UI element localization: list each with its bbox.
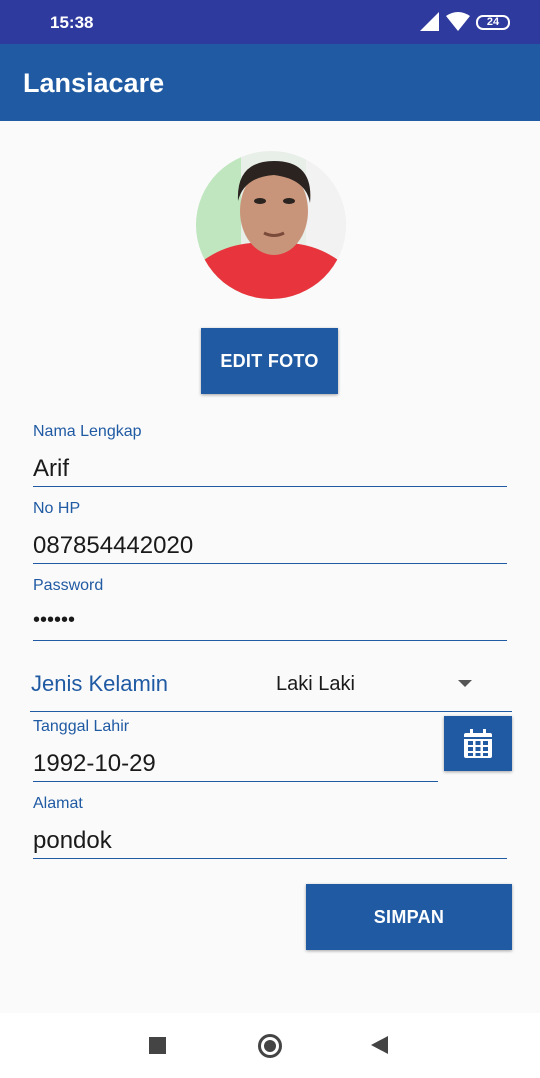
name-label: Nama Lengkap [33,423,142,440]
address-field[interactable]: pondok [33,827,112,855]
password-field[interactable]: •••••• [33,609,75,632]
avatar-photo [196,151,346,299]
birth-date-underline [33,781,438,782]
app-title: Lansiacare [23,68,165,98]
password-underline [33,640,507,641]
gender-value: Laki Laki [276,673,355,695]
gender-label: Jenis Kelamin [31,671,168,696]
address-underline [33,858,507,859]
save-button[interactable]: SIMPAN [306,884,512,950]
status-bar: 15:38 24 [0,0,540,44]
calendar-icon [464,728,492,758]
battery-icon: 24 [476,15,510,30]
phone-underline [33,563,507,564]
nav-home-icon[interactable] [258,1034,282,1058]
edit-photo-button[interactable]: EDIT FOTO [201,328,338,394]
signal-icon [420,12,439,31]
password-label: Password [33,577,104,594]
system-nav-bar [0,1013,540,1078]
nav-back-icon[interactable] [371,1036,388,1054]
name-underline [33,486,507,487]
name-field[interactable]: Arif [33,455,69,483]
birth-date-field[interactable]: 1992-10-29 [33,750,156,778]
calendar-button[interactable] [444,716,512,771]
nav-recents-icon[interactable] [149,1037,166,1054]
save-label: SIMPAN [373,906,445,927]
address-label: Alamat [33,795,83,812]
birth-date-label: Tanggal Lahir [33,718,130,735]
wifi-icon [446,12,470,31]
status-time: 15:38 [50,13,94,32]
dropdown-arrow-icon [458,680,472,687]
profile-avatar [196,151,346,299]
gender-underline [30,711,512,712]
edit-photo-label: EDIT FOTO [220,350,319,371]
phone-field[interactable]: 087854442020 [33,532,193,560]
battery-level: 24 [486,16,500,28]
phone-label: No HP [33,500,81,517]
app-bar: Lansiacare [0,44,540,121]
